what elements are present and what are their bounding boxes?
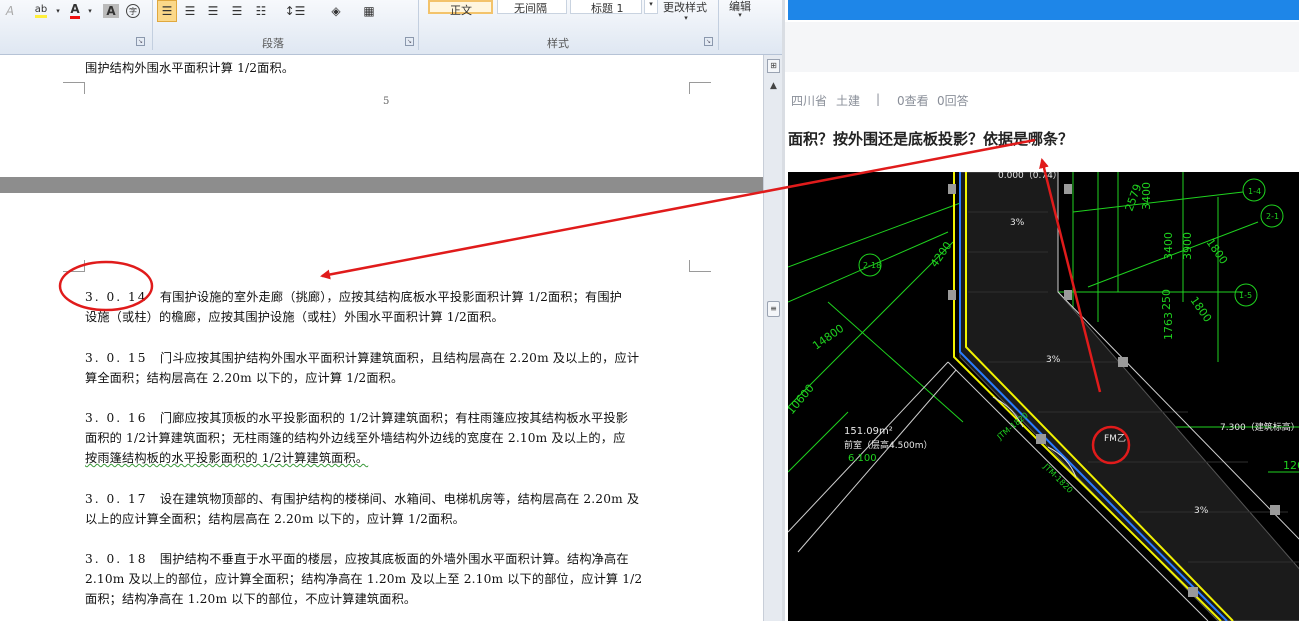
clause-line: 面积；结构净高在 1.20m 以下的部位，不应计算建筑面积。 <box>85 592 417 606</box>
cad-dim-text: 14800 <box>810 322 846 353</box>
word-window: A ab ▾ A ▾ A 字 ☰ ☰ ☰ ☰ ☷ ↕☰ ◈ ▦ 段落 ↘ ↘ 正… <box>0 0 782 621</box>
distributed-icon[interactable]: ☷ <box>251 0 271 22</box>
scroll-thumb[interactable]: ≡ <box>767 301 780 317</box>
paragraph-group-label: 段落 <box>262 37 284 50</box>
cad-drawing-svg: 3400 3400 3900 1800 2579 250 1763 1800 4… <box>788 172 1299 621</box>
align-left-icon[interactable]: ☰ <box>157 0 177 22</box>
cad-room-area: 151.09m² <box>844 426 893 437</box>
clause-3-0-15: 3. 0. 15 门斗应按其围护结构外围水平面积计算建筑面积，且结构层高在 2.… <box>85 348 695 388</box>
cad-dim-text: 3900 <box>1181 232 1194 260</box>
clause-3-0-17: 3. 0. 17 设在建筑物顶部的、有围护结构的楼梯间、水箱间、电梯机房等，结构… <box>85 489 695 529</box>
cad-dim-text: 1763 <box>1162 312 1175 340</box>
clause-line: 算全面积；结构层高在 2.20m 以下的，应计算 1/2面积。 <box>85 371 404 385</box>
justify-icon[interactable]: ☰ <box>227 0 247 22</box>
clause-line: 面积的 1/2计算建筑面积；无柱雨篷的结构外边线至外墙结构外边线的宽度在 2.1… <box>85 431 626 445</box>
clause-number: 3. 0. 15 <box>85 351 148 365</box>
clause-number: 3. 0. 17 <box>85 492 148 506</box>
scroll-up-icon[interactable]: ▲ <box>767 81 780 93</box>
crop-mark <box>63 82 85 94</box>
cad-dim-text: 250 <box>1160 289 1173 310</box>
ribbon: A ab ▾ A ▾ A 字 ☰ ☰ ☰ ☰ ☷ ↕☰ ◈ ▦ 段落 ↘ ↘ 正… <box>0 0 782 55</box>
cad-dim-text: 1800 <box>1188 294 1215 324</box>
styles-group-label: 样式 <box>547 37 569 50</box>
document-page-previous[interactable]: 围护结构外围水平面积计算 1/2面积。 5 <box>0 55 763 177</box>
clause-number: 3. 0. 16 <box>85 411 148 425</box>
clause-line: 设施（或柱）的檐廊，应按其围护设施（或柱）外围水平面积计算 1/2面积。 <box>85 310 504 324</box>
chevron-down-icon[interactable]: ▾ <box>682 14 690 22</box>
meta-separator: | <box>876 92 881 106</box>
clause-line: 2.10m 及以上的部位，应计算全面积；结构净高在 1.20m 及以上至 2.1… <box>85 572 643 586</box>
crop-mark <box>689 260 711 272</box>
view-count: 0查看 <box>897 94 929 108</box>
cad-dim-text: 3400 <box>1162 232 1175 260</box>
shading-icon[interactable]: ◈ <box>325 0 347 22</box>
crop-mark <box>689 82 711 94</box>
cad-slope: 3% <box>1010 218 1025 228</box>
styles-more-icon[interactable]: ▾ <box>644 0 658 14</box>
style-heading1[interactable]: 标题 1 <box>570 0 642 15</box>
cad-dim-text: 10600 <box>788 382 817 417</box>
line-spacing-icon[interactable]: ↕☰ <box>282 0 308 22</box>
cad-dim-text: 1800 <box>1204 236 1231 266</box>
clause-3-0-16: 3. 0. 16 门廊应按其顶板的水平投影面积的 1/2计算建筑面积；有柱雨篷应… <box>85 408 695 468</box>
cad-room-name: 前室（层高4.500m） <box>844 439 933 451</box>
cad-slope: 3% <box>1194 506 1209 516</box>
align-center-icon[interactable]: ☰ <box>180 0 200 22</box>
enclose-char-icon[interactable]: 字 <box>124 0 142 22</box>
clause-line: 有围护设施的室外走廊（挑廊），应按其结构底板水平投影面积计算 1/2面积；有围护 <box>159 290 622 304</box>
question-province-link[interactable]: 四川省 <box>791 92 827 109</box>
highlight-color-icon[interactable]: ab <box>30 0 52 22</box>
align-right-icon[interactable]: ☰ <box>203 0 223 22</box>
page-gap <box>0 177 763 193</box>
clause-number: 3. 0. 14 <box>85 290 148 304</box>
cad-fm-label: FM乙 <box>1104 433 1126 444</box>
chevron-down-icon[interactable]: ▾ <box>54 0 62 22</box>
cad-drawing-image[interactable]: 3400 3400 3900 1800 2579 250 1763 1800 4… <box>788 172 1299 621</box>
answer-count: 0回答 <box>937 94 969 108</box>
web-blue-nav <box>788 0 1299 20</box>
cad-axis-label: 1-5 <box>1239 291 1252 300</box>
clause-number: 3. 0. 18 <box>85 552 148 566</box>
vertical-scrollbar[interactable]: ⊞ ▲ ≡ <box>763 55 782 621</box>
clause-line: 门斗应按其围护结构外围水平面积计算建筑面积，且结构层高在 2.20m 及以上的，… <box>159 351 640 365</box>
page-number: 5 <box>383 96 390 107</box>
crop-mark <box>63 260 85 272</box>
styles-dialog-launcher-icon[interactable]: ↘ <box>704 37 713 46</box>
question-title: 面积？按外围还是底板投影？依据是哪条？ <box>788 130 1074 148</box>
char-shading-icon[interactable]: A <box>102 0 120 22</box>
clause-line: 设在建筑物顶部的、有围护结构的楼梯间、水箱间、电梯机房等，结构层高在 2.20m… <box>159 492 640 506</box>
cad-axis-label: 2-1 <box>1266 212 1279 221</box>
clause-line: 门廊应按其顶板的水平投影面积的 1/2计算建筑面积；有柱雨篷应按其结构板水平投影 <box>159 411 629 425</box>
font-dialog-launcher-icon[interactable]: ↘ <box>136 37 145 46</box>
style-no-spacing[interactable]: 无间隔 <box>497 0 567 15</box>
cad-cut-text: 126 <box>1283 459 1299 472</box>
cad-level-right: 7.300（建筑标高） <box>1220 421 1299 433</box>
web-header-band <box>785 22 1299 72</box>
clause-line: 围护结构不垂直于水平面的楼层，应按其底板面的外墙外围水平面积计算。结构净高在 <box>159 552 629 566</box>
question-category-link[interactable]: 土建 <box>836 92 860 109</box>
cad-axis-label: 2-18 <box>863 261 881 270</box>
web-page: 四川省 土建 | 0查看 0回答 面积？按外围还是底板投影？依据是哪条？ 340… <box>782 0 1299 621</box>
prev-page-line: 围护结构外围水平面积计算 1/2面积。 <box>85 61 295 75</box>
clause-line: 以上的应计算全面积；结构层高在 2.20m 以下的，应计算 1/2面积。 <box>85 512 466 526</box>
borders-icon[interactable]: ▦ <box>358 0 380 22</box>
paragraph-dialog-launcher-icon[interactable]: ↘ <box>405 37 414 46</box>
ruler-toggle-icon[interactable]: ⊞ <box>767 59 780 73</box>
cad-level-left: 6.100 <box>848 453 877 464</box>
chevron-down-icon[interactable]: ▾ <box>86 0 94 22</box>
font-color-icon[interactable]: A <box>66 0 84 22</box>
cad-slope: 3% <box>1046 355 1061 365</box>
chevron-down-icon[interactable]: ▾ <box>736 10 744 20</box>
change-styles-button[interactable]: 更改样式 <box>660 0 710 14</box>
style-normal[interactable]: 正文 <box>428 0 493 17</box>
screenshot-stage: A ab ▾ A ▾ A 字 ☰ ☰ ☰ ☰ ☷ ↕☰ ◈ ▦ 段落 ↘ ↘ 正… <box>0 0 1299 621</box>
clause-line: 按雨篷结构板的水平投影面积的 1/2计算建筑面积。 <box>85 451 369 465</box>
cad-top-dim: 0.000（0.74） <box>998 172 1062 181</box>
document-page-current[interactable]: 3. 0. 14 有围护设施的室外走廊（挑廊），应按其结构底板水平投影面积计算 … <box>0 193 763 621</box>
clause-3-0-18: 3. 0. 18 围护结构不垂直于水平面的楼层，应按其底板面的外墙外围水平面积计… <box>85 549 695 609</box>
cad-axis-label: 1-4 <box>1248 187 1261 196</box>
text-effect-icon[interactable]: A <box>2 0 18 22</box>
clause-3-0-14: 3. 0. 14 有围护设施的室外走廊（挑廊），应按其结构底板水平投影面积计算 … <box>85 287 695 327</box>
